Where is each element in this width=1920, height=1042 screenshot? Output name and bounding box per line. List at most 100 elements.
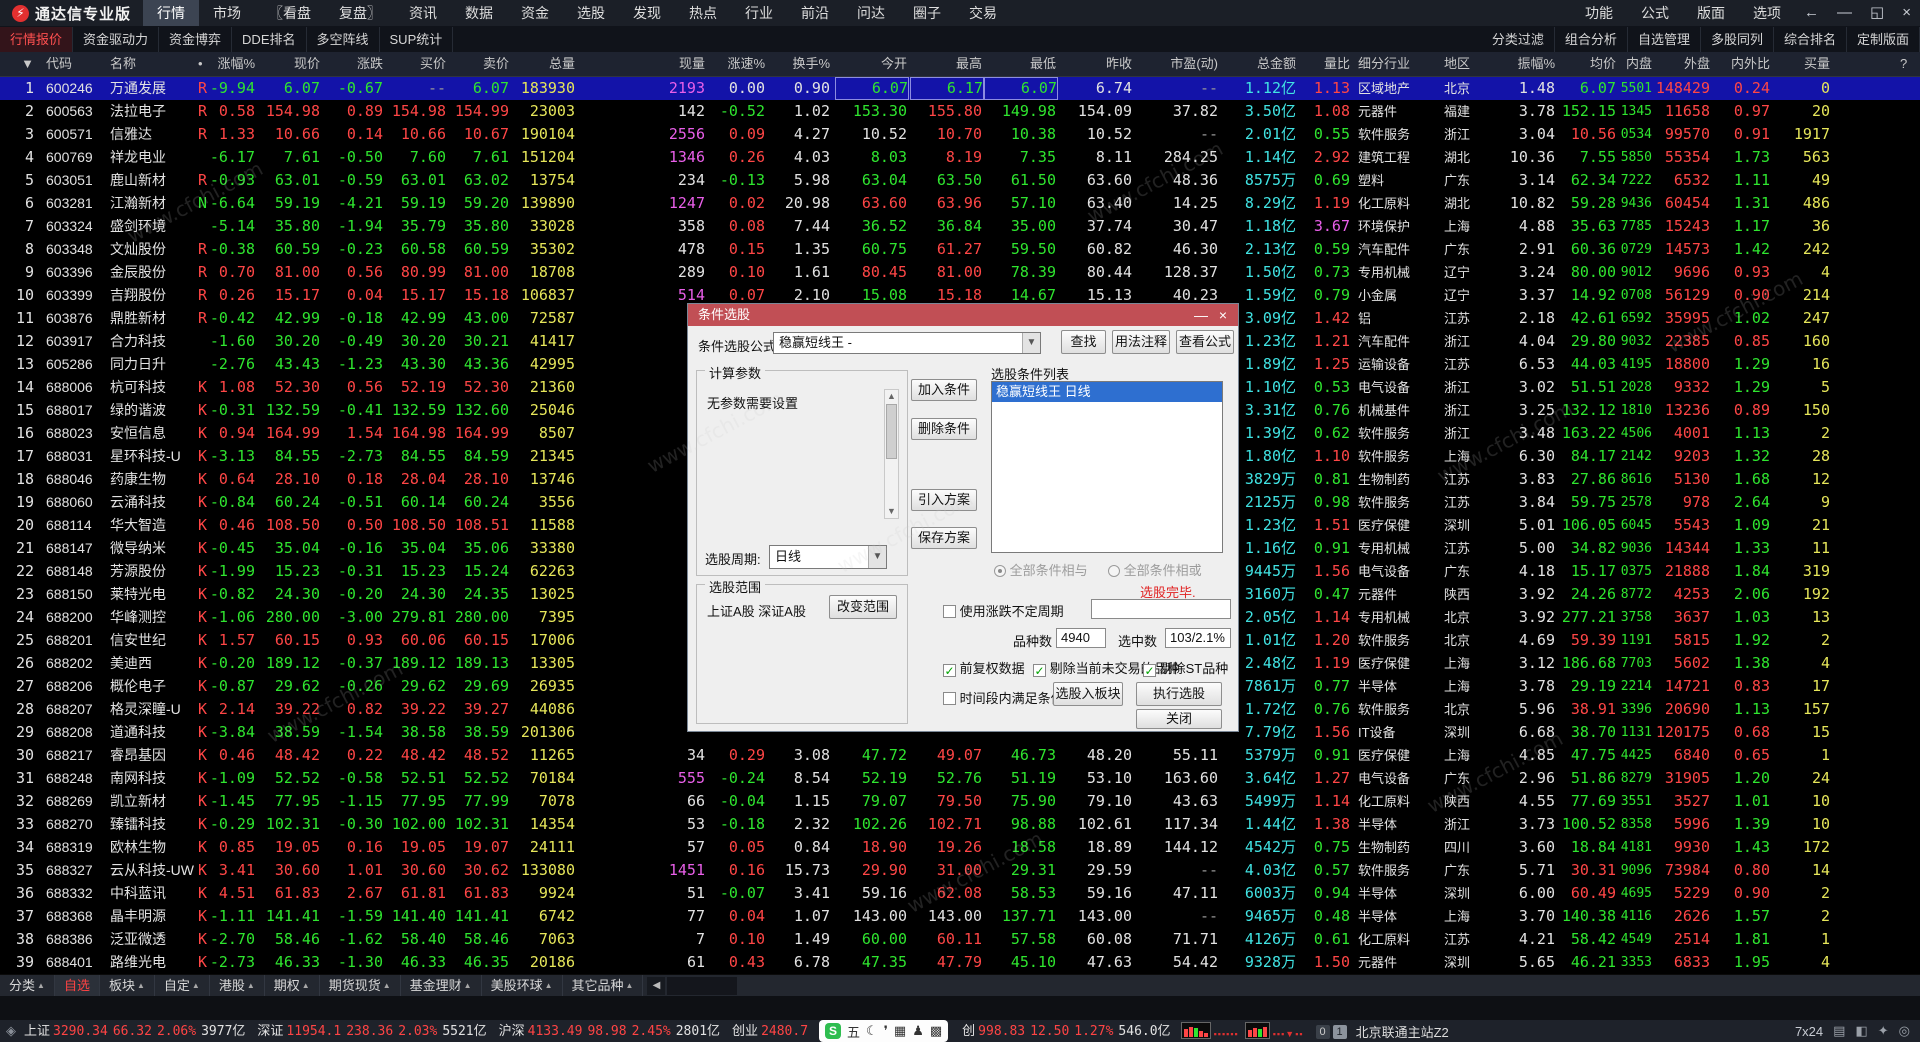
toolbar-item-多股同列[interactable]: 多股同列 (1701, 26, 1774, 52)
index-quote-创[interactable]: 创 998.83 12.50 1.27% 546.0亿 (954, 1023, 1174, 1039)
add-condition-button[interactable]: 加入条件 (911, 379, 977, 401)
restore-icon[interactable]: ◱ (1861, 0, 1893, 26)
formula-combobox[interactable]: 稳赢短线王 - ▼ (773, 332, 1041, 354)
table-row[interactable]: 35 688327 云从科技-UW K 3.41 30.60 1.01 30.60 30.62 1… (0, 859, 1920, 882)
menu-item-行情[interactable]: 行情 (143, 0, 200, 26)
menu-item-热点[interactable]: 热点 (675, 0, 731, 26)
column-header-总金额[interactable]: 总金额 (1220, 52, 1296, 76)
toolbar-item-分类过滤[interactable]: 分类过滤 (1482, 26, 1555, 52)
menu-item-行业[interactable]: 行业 (731, 0, 787, 26)
column-header-涨跌[interactable]: 涨跌 (317, 52, 383, 76)
column-header-最低[interactable]: 最低 (984, 52, 1056, 76)
table-row[interactable]: 3 600571 信雅达 R 1.33 10.66 0.14 10.66 10.67 190104… (0, 123, 1920, 146)
table-row[interactable]: 4 600769 祥龙电业 -6.17 7.61 -0.50 7.60 7.61 151204 1… (0, 146, 1920, 169)
delete-condition-button[interactable]: 删除条件 (911, 418, 977, 440)
column-header-买量[interactable]: 买量 (1766, 52, 1830, 76)
toolbar-item-SUP统计[interactable]: SUP统计 (380, 26, 454, 52)
bottom-tab-港股[interactable]: 港股 ▲ (210, 975, 265, 997)
menu-item-市场[interactable]: 市场 (199, 0, 255, 26)
scrollbar-thumb[interactable] (886, 404, 897, 459)
column-header-买价[interactable]: 买价 (376, 52, 446, 76)
menu-item-复盘〗[interactable]: 复盘〗 (325, 0, 395, 26)
monitor-icon[interactable]: ◧ (1855, 1023, 1867, 1039)
menu-item-资讯[interactable]: 资讯 (395, 0, 451, 26)
column-header-▼[interactable]: ▼ (4, 52, 34, 76)
column-header-细分行业[interactable]: 细分行业 (1358, 52, 1458, 76)
index-quote-沪深[interactable]: 沪深 4133.49 98.98 2.45% 2801亿 (491, 1023, 724, 1039)
menu-item-问达[interactable]: 问达 (843, 0, 899, 26)
bottom-tab-基金理财[interactable]: 基金理财 ▲ (401, 975, 482, 997)
column-header-内盘[interactable]: 内盘 (1612, 52, 1652, 76)
column-header-最高[interactable]: 最高 (910, 52, 982, 76)
table-row[interactable]: 34 688319 欧林生物 K 0.85 19.05 0.16 19.05 19.07 2411… (0, 836, 1920, 859)
condition-list-item[interactable]: 稳赢短线王 日线 (992, 382, 1222, 402)
scroll-down-icon[interactable]: ▼ (885, 505, 898, 518)
updown-period-field[interactable] (1091, 599, 1231, 619)
toolbar-item-资金博弈[interactable]: 资金博弈 (159, 26, 233, 52)
menu-item-功能[interactable]: 功能 (1571, 0, 1627, 26)
change-range-button[interactable]: 改变范围 (829, 595, 897, 619)
table-row[interactable]: 37 688368 晶丰明源 K -1.11 141.41 -1.59 141.40 141.4… (0, 905, 1920, 928)
execute-pick-button[interactable]: 执行选股 (1136, 682, 1222, 706)
column-header-现量[interactable]: 现量 (645, 52, 705, 76)
column-header-涨速%[interactable]: 涨速% (707, 52, 765, 76)
scroll-up-icon[interactable]: ▲ (885, 390, 898, 403)
satellite-icon[interactable]: ✦ (1878, 1023, 1889, 1039)
menu-item-〖看盘[interactable]: 〖看盘 (255, 0, 325, 26)
menu-item-选股[interactable]: 选股 (563, 0, 619, 26)
table-row[interactable]: 38 688386 泛亚微透 K -2.70 58.46 -1.62 58.40 58.46 70… (0, 928, 1920, 951)
toolbar-item-综合排名[interactable]: 综合排名 (1774, 26, 1847, 52)
menu-item-交易[interactable]: 交易 (955, 0, 1011, 26)
close-icon[interactable]: × (1893, 0, 1920, 26)
bottom-tab-期权[interactable]: 期权 ▲ (265, 975, 320, 997)
power-icon[interactable]: ◎ (1899, 1023, 1910, 1039)
table-row[interactable]: 7 603324 盛剑环境 -5.14 35.80 -1.94 35.79 35.80 3302… (0, 215, 1920, 238)
table-row[interactable]: 39 688401 路维光电 K -2.73 46.33 -1.30 46.33 46.35 20… (0, 951, 1920, 974)
bottom-tab-板块[interactable]: 板块 ▲ (100, 975, 155, 997)
tab-scroll-left-icon[interactable]: ◀ (647, 977, 666, 995)
back-icon[interactable]: ← (1795, 0, 1828, 26)
toolbar-item-行情报价[interactable]: 行情报价 (0, 26, 74, 52)
menu-item-资金[interactable]: 资金 (507, 0, 563, 26)
column-header-今开[interactable]: 今开 (835, 52, 907, 76)
toolbar-item-DDE排名[interactable]: DDE排名 (232, 26, 307, 52)
index-quote-创业[interactable]: 创业 2480.7 (724, 1023, 813, 1039)
table-row[interactable]: 31 688248 南网科技 K -1.09 52.52 -0.58 52.51 52.52 70… (0, 767, 1920, 790)
table-row[interactable]: 8 603348 文灿股份 R -0.38 60.59 -0.23 60.58 60.59 353… (0, 238, 1920, 261)
table-row[interactable]: 5 603051 鹿山新材 R -0.93 63.01 -0.59 63.01 63.02 137… (0, 169, 1920, 192)
menu-item-发现[interactable]: 发现 (619, 0, 675, 26)
column-header-昨收[interactable]: 昨收 (1060, 52, 1132, 76)
table-row[interactable]: 30 688217 睿昂基因 K 0.46 48.42 0.22 48.42 48.52 1126… (0, 744, 1920, 767)
toolbar-item-自选管理[interactable]: 自选管理 (1628, 26, 1701, 52)
column-header-现价[interactable]: 现价 (250, 52, 320, 76)
table-row[interactable]: 6 603281 江瀚新材 N -6.64 59.19 -4.21 59.19 59.20 139… (0, 192, 1920, 215)
table-row[interactable]: 1 600246 万通发展 R -9.94 6.07 -0.67 -- 6.07 183930 21… (0, 77, 1920, 100)
ime-toolbar[interactable]: S 五 ☾ ❜ ▦ ♟ ▩ (819, 1020, 949, 1042)
column-header-总量[interactable]: 总量 (503, 52, 575, 76)
column-header-涨幅%[interactable]: 涨幅% (185, 52, 255, 76)
updown-period-checkbox[interactable]: 使用涨跌不定周期 (943, 601, 1064, 620)
toolbar-item-组合分析[interactable]: 组合分析 (1555, 26, 1628, 52)
column-header-均价[interactable]: 均价 (1550, 52, 1616, 76)
table-row[interactable]: 33 688270 臻镭科技 K -0.29 102.31 -0.30 102.00 102.3… (0, 813, 1920, 836)
minimize-icon[interactable]: — (1828, 0, 1861, 26)
toolbar-item-定制版面[interactable]: 定制版面 (1847, 26, 1920, 52)
menu-item-版面[interactable]: 版面 (1683, 0, 1739, 26)
bottom-tab-美股环球[interactable]: 美股环球 ▲ (482, 975, 563, 997)
column-header-卖价[interactable]: 卖价 (439, 52, 509, 76)
dialog-minimize-icon[interactable]: — (1190, 304, 1212, 326)
index-quote-深证[interactable]: 深证 11954.1 238.36 2.03% 5521亿 (249, 1023, 490, 1039)
table-row[interactable]: 32 688269 凯立新材 K -1.45 77.95 -1.15 77.95 77.99 70… (0, 790, 1920, 813)
column-header-振幅%[interactable]: 振幅% (1491, 52, 1555, 76)
pick-to-block-button[interactable]: 选股入板块 (1053, 682, 1123, 706)
toolbar-item-多空阵线[interactable]: 多空阵线 (307, 26, 380, 52)
menu-item-前沿[interactable]: 前沿 (787, 0, 843, 26)
index-quote-上证[interactable]: 上证 3290.34 66.32 2.06% 3977亿 (16, 1023, 249, 1039)
menu-item-数据[interactable]: 数据 (451, 0, 507, 26)
import-plan-button[interactable]: 引入方案 (911, 489, 977, 511)
close-button[interactable]: 关闭 (1136, 709, 1222, 729)
radio-all-or[interactable]: 全部条件相或 (1108, 560, 1202, 579)
usage-notes-button[interactable]: 用法注释 (1112, 330, 1170, 354)
column-header-代码[interactable]: 代码 (46, 52, 110, 76)
radio-all-and[interactable]: 全部条件相与 (994, 560, 1088, 579)
